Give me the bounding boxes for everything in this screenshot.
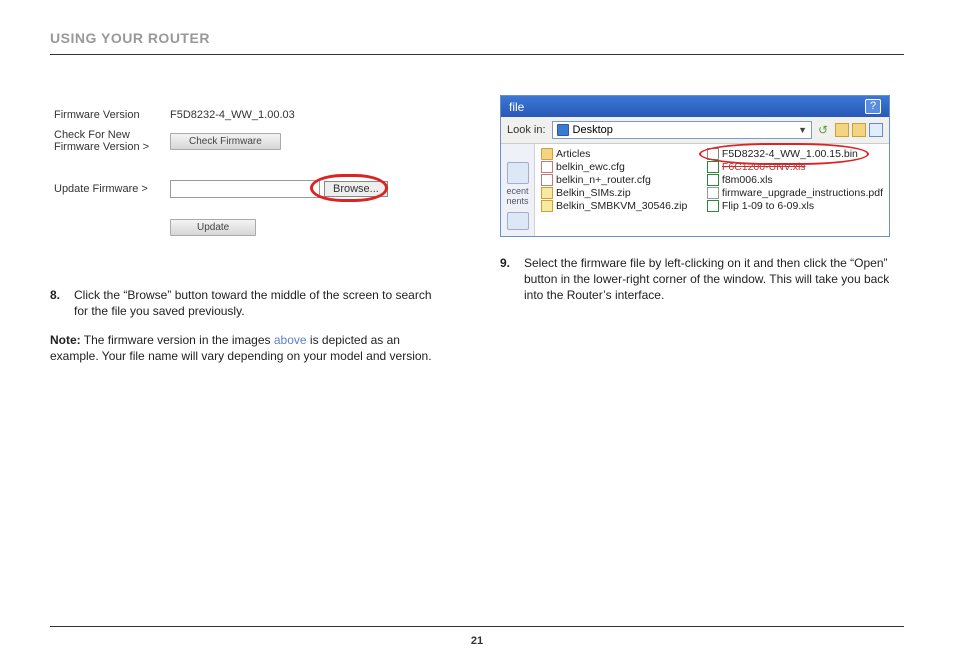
file-dialog-toolbar: Look in: Desktop ▼ ↺ — [501, 117, 889, 144]
update-firmware-row: Update Firmware > Browse... — [50, 179, 440, 199]
file-item[interactable]: belkin_ewc.cfg — [541, 161, 697, 173]
pdf-icon — [707, 187, 719, 199]
desktop-icon — [557, 124, 569, 136]
lookin-value: Desktop — [573, 124, 613, 136]
file-dialog-body: ecent nents Articlesbelkin_ewc.cfgbelkin… — [501, 144, 889, 236]
file-name: f8m006.xls — [722, 174, 773, 186]
bin-icon — [707, 148, 719, 160]
file-column-2: F5D8232-4_WW_1.00.15.binF6C1200-UNV.xlsf… — [707, 148, 883, 232]
back-icon[interactable]: ↺ — [818, 123, 832, 137]
xls-icon — [707, 174, 719, 186]
file-item[interactable]: belkin_n+_router.cfg — [541, 174, 697, 186]
xls-icon — [707, 200, 719, 212]
help-icon[interactable]: ? — [865, 99, 881, 114]
sidebar-text-top: ecent — [501, 186, 534, 196]
note-text-a: The firmware version in the images — [81, 333, 274, 347]
footer-rule — [50, 626, 904, 627]
above-link[interactable]: above — [274, 333, 307, 347]
firmware-version-label: Firmware Version — [50, 109, 170, 121]
documents-icon[interactable] — [507, 212, 529, 230]
file-name: Articles — [556, 148, 590, 160]
file-item[interactable]: F6C1200-UNV.xls — [707, 161, 883, 173]
left-column: Firmware Version F5D8232-4_WW_1.00.03 Ch… — [50, 95, 440, 364]
cfg-icon — [541, 174, 553, 186]
recent-icon[interactable] — [507, 162, 529, 184]
step-9-number: 9. — [500, 255, 516, 304]
lookin-label: Look in: — [507, 124, 546, 136]
file-name: Flip 1-09 to 6-09.xls — [722, 200, 814, 212]
update-button-row: Update — [50, 217, 440, 237]
chevron-down-icon: ▼ — [798, 125, 807, 135]
firmware-path-input[interactable] — [170, 180, 320, 198]
file-column-1: Articlesbelkin_ewc.cfgbelkin_n+_router.c… — [541, 148, 697, 232]
file-listing: Articlesbelkin_ewc.cfgbelkin_n+_router.c… — [535, 144, 889, 236]
step-8-number: 8. — [50, 287, 66, 319]
file-dialog-screenshot: file ? Look in: Desktop ▼ ↺ — [500, 95, 890, 237]
file-name: F5D8232-4_WW_1.00.15.bin — [722, 148, 858, 160]
update-firmware-label: Update Firmware > — [50, 183, 170, 195]
file-item[interactable]: Flip 1-09 to 6-09.xls — [707, 200, 883, 212]
page-header: USING YOUR ROUTER — [50, 30, 904, 46]
step-9-text: Select the firmware file by left-clickin… — [524, 255, 904, 304]
file-name: Belkin_SIMs.zip — [556, 187, 631, 199]
note-paragraph: Note: The firmware version in the images… — [50, 332, 440, 364]
file-name: Belkin_SMBKVM_30546.zip — [556, 200, 687, 212]
toolbar-icons: ↺ — [818, 123, 883, 137]
new-folder-icon[interactable] — [852, 123, 866, 137]
firmware-version-value: F5D8232-4_WW_1.00.03 — [170, 109, 295, 121]
step-9: 9. Select the firmware file by left-clic… — [500, 255, 904, 304]
sidebar-text-bot: nents — [501, 196, 534, 206]
step-8-text: Click the “Browse” button toward the mid… — [74, 287, 440, 319]
file-name: firmware_upgrade_instructions.pdf — [722, 187, 883, 199]
xls-icon — [707, 161, 719, 173]
content-columns: Firmware Version F5D8232-4_WW_1.00.03 Ch… — [50, 95, 904, 364]
file-name: belkin_ewc.cfg — [556, 161, 625, 173]
file-item[interactable]: Belkin_SMBKVM_30546.zip — [541, 200, 697, 212]
update-button[interactable]: Update — [170, 219, 256, 236]
zip-icon — [541, 200, 553, 212]
file-item[interactable]: Belkin_SIMs.zip — [541, 187, 697, 199]
file-name: F6C1200-UNV.xls — [722, 161, 806, 173]
firmware-version-row: Firmware Version F5D8232-4_WW_1.00.03 — [50, 105, 440, 125]
file-item[interactable]: Articles — [541, 148, 697, 160]
file-item[interactable]: firmware_upgrade_instructions.pdf — [707, 187, 883, 199]
firmware-screenshot: Firmware Version F5D8232-4_WW_1.00.03 Ch… — [50, 95, 440, 247]
header-rule — [50, 54, 904, 55]
check-firmware-button[interactable]: Check Firmware — [170, 133, 281, 150]
cfg-icon — [541, 161, 553, 173]
file-dialog-titlebar: file ? — [501, 96, 889, 117]
zip-icon — [541, 187, 553, 199]
file-item[interactable]: F5D8232-4_WW_1.00.15.bin — [707, 148, 883, 160]
file-dialog-sidebar: ecent nents — [501, 144, 535, 236]
lookin-combo[interactable]: Desktop ▼ — [552, 121, 812, 139]
view-icon[interactable] — [869, 123, 883, 137]
file-name: belkin_n+_router.cfg — [556, 174, 651, 186]
note-label: Note: — [50, 333, 81, 347]
right-column: file ? Look in: Desktop ▼ ↺ — [500, 95, 904, 364]
step-8: 8. Click the “Browse” button toward the … — [50, 287, 440, 319]
up-icon[interactable] — [835, 123, 849, 137]
page-number: 21 — [0, 635, 954, 647]
file-dialog-title: file — [509, 100, 524, 114]
check-firmware-label: Check For New Firmware Version > — [50, 129, 170, 153]
check-firmware-row: Check For New Firmware Version > Check F… — [50, 129, 440, 153]
browse-button[interactable]: Browse... — [324, 181, 388, 197]
file-item[interactable]: f8m006.xls — [707, 174, 883, 186]
folder-icon — [541, 148, 553, 160]
